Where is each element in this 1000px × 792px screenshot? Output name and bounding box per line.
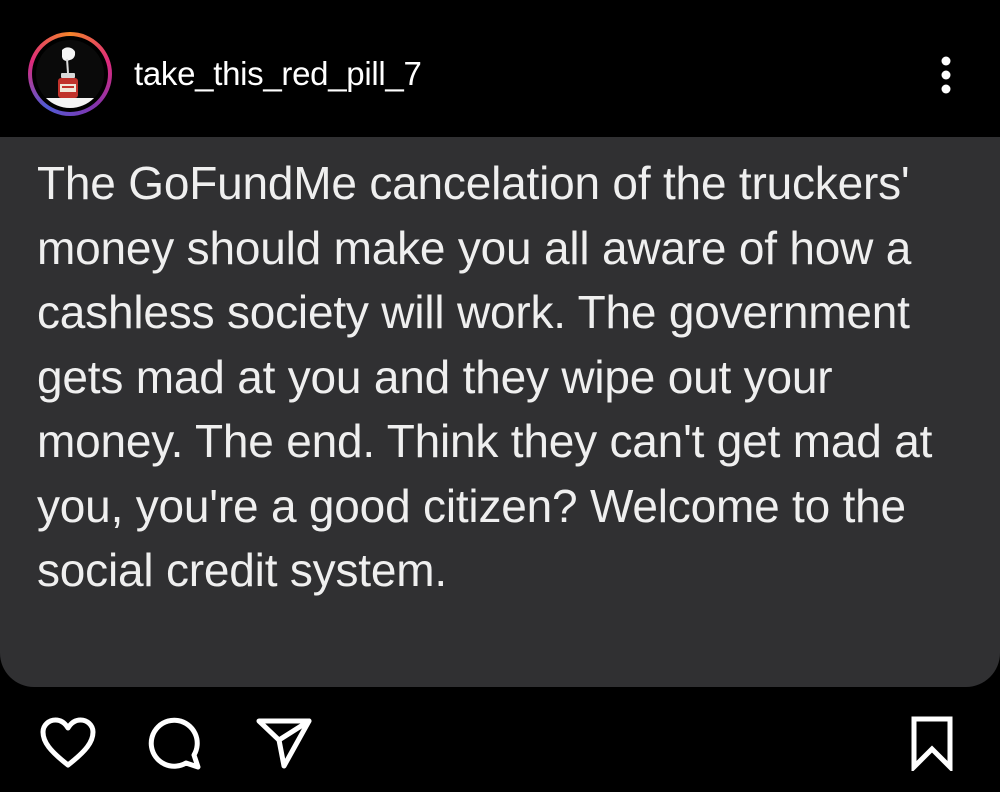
comment-button[interactable]: [144, 713, 204, 773]
like-button[interactable]: [38, 713, 98, 773]
bookmark-icon: [911, 716, 953, 771]
heart-icon: [40, 717, 96, 768]
more-vertical-icon: [941, 56, 951, 94]
save-button[interactable]: [902, 713, 962, 773]
paper-plane-icon: [256, 718, 312, 769]
red-pill-bottle-icon: [36, 40, 104, 108]
avatar: [36, 40, 104, 108]
share-button[interactable]: [254, 713, 314, 773]
post-header: take_this_red_pill_7: [0, 0, 1000, 137]
more-options-button[interactable]: [926, 50, 966, 100]
avatar-story-ring[interactable]: [28, 32, 112, 116]
comment-bubble-icon: [148, 717, 201, 770]
username[interactable]: take_this_red_pill_7: [134, 54, 422, 94]
action-bar: [0, 687, 1000, 792]
post-text: The GoFundMe cancelation of the truckers…: [37, 157, 933, 596]
post-card: The GoFundMe cancelation of the truckers…: [0, 137, 1000, 687]
